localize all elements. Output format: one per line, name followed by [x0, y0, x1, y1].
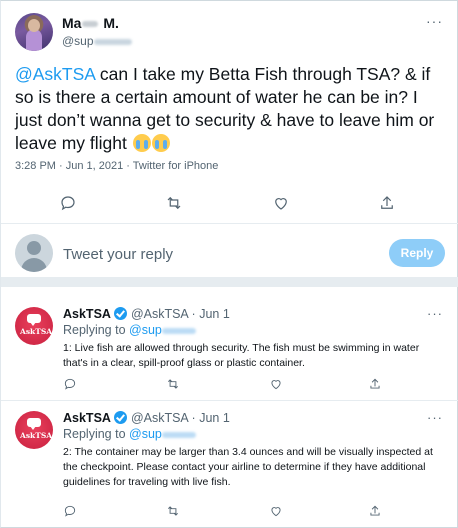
verified-badge-icon	[113, 307, 127, 320]
replying-to-label: Replying to	[63, 427, 130, 441]
replying-to-label: Replying to	[63, 323, 130, 337]
asktsa-logo-text: AskTSA	[20, 431, 53, 440]
tweet-text: @AskTSA can I take my Betta Fish through…	[15, 63, 447, 155]
reply-input[interactable]: Tweet your reply	[63, 246, 173, 263]
reply-author-handle: @AskTSA · Jun 1	[130, 411, 230, 425]
asktsa-avatar[interactable]: AskTSA	[15, 307, 53, 345]
crying-face-emoji-icon	[132, 134, 151, 152]
author-name-prefix: Ma	[62, 15, 82, 31]
verified-badge-icon	[113, 411, 127, 424]
chat-bubble-icon	[27, 314, 41, 326]
reply-icon[interactable]	[63, 504, 79, 520]
mention-link[interactable]: @AskTSA	[15, 64, 95, 84]
more-options-icon[interactable]: ···	[427, 410, 443, 425]
reply-author-name: AskTSA	[63, 411, 111, 425]
reply-compose: Tweet your reply Reply	[1, 224, 458, 287]
reply-icon[interactable]	[59, 194, 79, 214]
redacted-name	[82, 21, 99, 28]
avatar-face	[28, 19, 40, 32]
like-icon[interactable]	[269, 377, 285, 393]
retweet-icon[interactable]	[166, 377, 182, 393]
asktsa-avatar[interactable]: AskTSA	[15, 411, 53, 449]
redacted-handle	[93, 38, 132, 45]
tweet-meta[interactable]: 3:28 PM · Jun 1, 2021 · Twitter for iPho…	[15, 160, 218, 172]
chat-bubble-icon	[27, 418, 41, 430]
asktsa-logo-text: AskTSA	[20, 327, 53, 336]
reply-tweet[interactable]: AskTSA AskTSA @AskTSA · Jun 1 ··· Replyin…	[1, 401, 458, 528]
share-icon[interactable]	[368, 377, 384, 393]
redacted-handle	[161, 431, 196, 438]
like-icon[interactable]	[269, 504, 285, 520]
reply-author[interactable]: AskTSA @AskTSA · Jun 1	[63, 307, 230, 321]
avatar[interactable]	[15, 13, 53, 51]
author-name[interactable]: Ma M.	[62, 15, 119, 31]
reply-actions	[63, 504, 393, 522]
more-options-icon[interactable]: ···	[427, 306, 443, 321]
reply-author-name: AskTSA	[63, 307, 111, 321]
reply-text: 1: Live fish are allowed through securit…	[63, 342, 420, 369]
reply-author[interactable]: AskTSA @AskTSA · Jun 1	[63, 411, 230, 425]
share-icon[interactable]	[368, 504, 384, 520]
retweet-icon[interactable]	[165, 194, 185, 214]
tweet-thread: Ma M. @sup ··· @AskTSA can I take my Bet…	[0, 0, 458, 528]
like-icon[interactable]	[272, 194, 292, 214]
author-name-suffix: M.	[103, 15, 119, 31]
tweet-actions	[1, 191, 458, 217]
reply-button[interactable]: Reply	[389, 239, 445, 267]
avatar-figure	[26, 29, 42, 51]
author-handle[interactable]: @sup	[62, 34, 132, 48]
replying-to: Replying to @sup	[63, 323, 196, 337]
replying-to-handle[interactable]: @sup	[129, 427, 162, 441]
main-tweet: Ma M. @sup ··· @AskTSA can I take my Bet…	[1, 1, 458, 224]
reply-tweet[interactable]: AskTSA AskTSA @AskTSA · Jun 1 ··· Replyin…	[1, 297, 458, 401]
crying-face-emoji-icon	[151, 134, 170, 152]
reply-author-handle: @AskTSA · Jun 1	[130, 307, 230, 321]
default-avatar-icon	[15, 234, 53, 272]
redacted-handle	[161, 327, 196, 334]
replying-to-handle[interactable]: @sup	[129, 323, 162, 337]
reply-actions	[63, 377, 393, 395]
author-handle-prefix: @sup	[62, 34, 94, 48]
more-options-icon[interactable]: ···	[426, 13, 443, 29]
retweet-icon[interactable]	[166, 504, 182, 520]
reply-text: 2: The container may be larger than 3.4 …	[63, 446, 433, 488]
reply-icon[interactable]	[63, 377, 79, 393]
replying-to: Replying to @sup	[63, 427, 196, 441]
share-icon[interactable]	[378, 194, 398, 214]
